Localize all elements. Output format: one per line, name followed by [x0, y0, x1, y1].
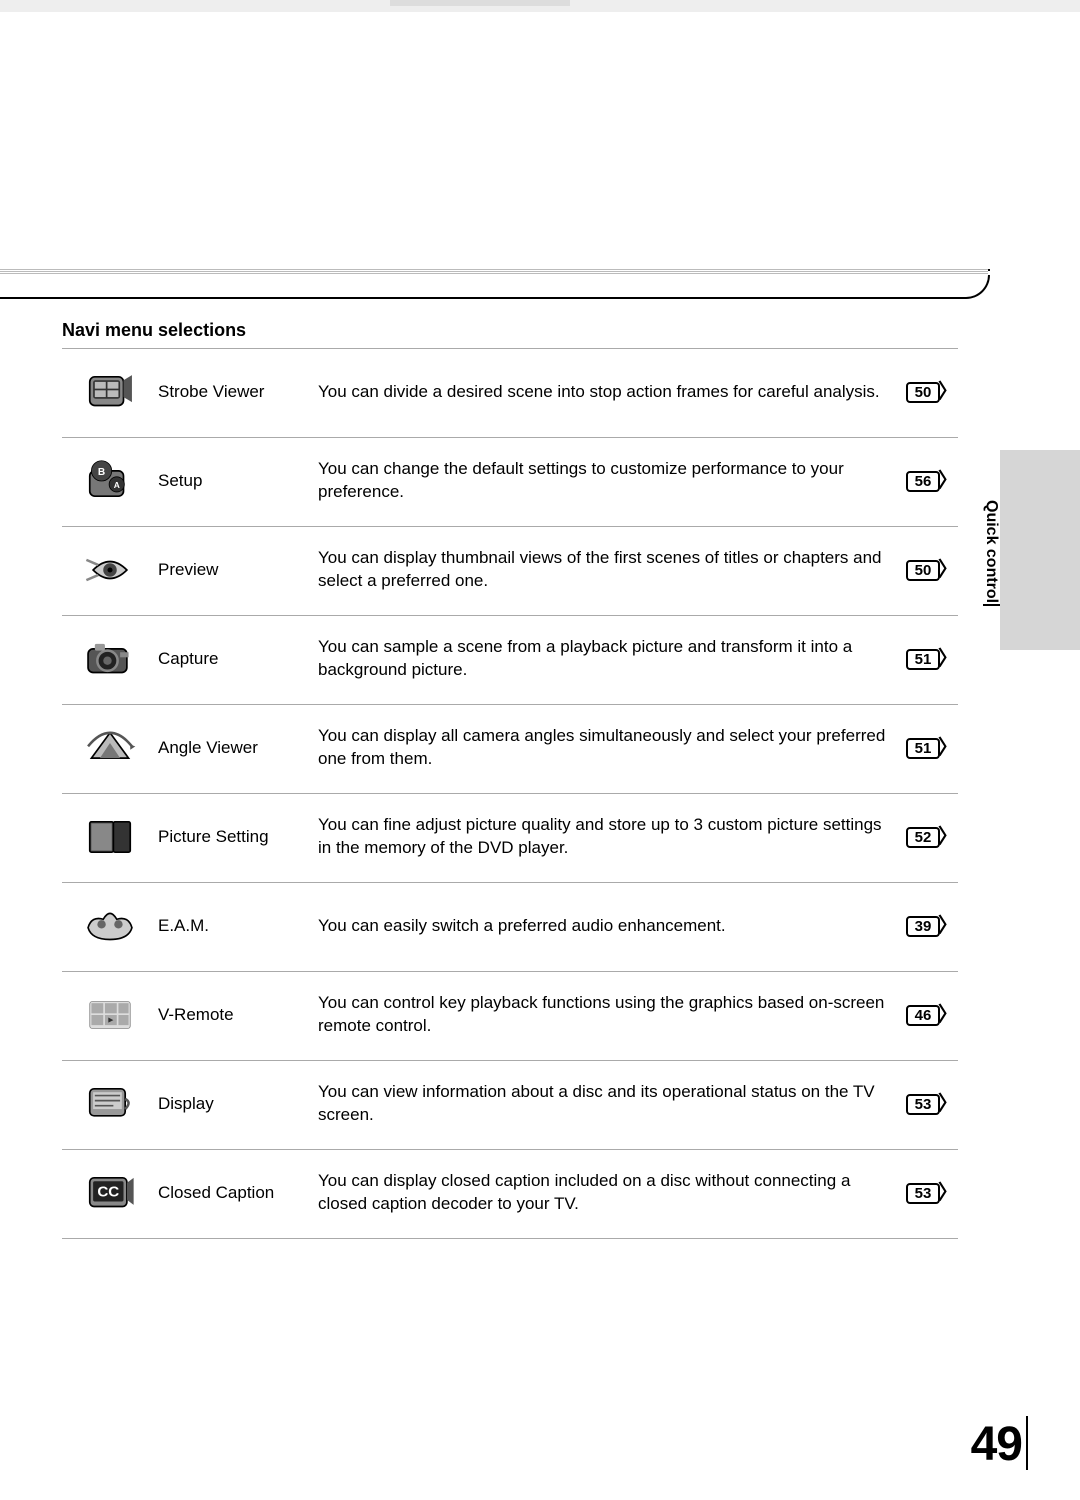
eam-icon	[62, 899, 158, 953]
page-reference: 51〉	[888, 738, 958, 759]
header-rounded-box	[0, 275, 990, 299]
row-description: You can divide a desired scene into stop…	[318, 381, 888, 404]
page-reference: 46〉	[888, 1005, 958, 1026]
row-name: Strobe Viewer	[158, 382, 318, 402]
page-reference: 53〉	[888, 1183, 958, 1204]
row-description: You can display all camera angles simult…	[318, 725, 888, 771]
svg-text:CC: CC	[97, 1183, 119, 1200]
row-name: Picture Setting	[158, 827, 318, 847]
svg-text:B: B	[98, 467, 105, 478]
side-tab-label: Quick control	[982, 500, 1000, 606]
setup-icon: BA	[62, 454, 158, 508]
picture-setting-icon	[62, 810, 158, 864]
page-reference: 51〉	[888, 649, 958, 670]
row-description: You can change the default settings to c…	[318, 458, 888, 504]
table-row: Capture You can sample a scene from a pl…	[62, 615, 958, 704]
page-number: 49	[971, 1417, 1022, 1472]
preview-icon	[62, 543, 158, 597]
row-description: You can display thumbnail views of the f…	[318, 547, 888, 593]
page-reference: 50〉	[888, 560, 958, 581]
closed-caption-icon: CC	[62, 1166, 158, 1220]
svg-text:A: A	[114, 480, 120, 490]
row-description: You can fine adjust picture quality and …	[318, 814, 888, 860]
table-row: CC Closed Caption You can display closed…	[62, 1149, 958, 1239]
page-number-rule	[1026, 1416, 1028, 1470]
table-row: V-Remote You can control key playback fu…	[62, 971, 958, 1060]
table-row: Strobe Viewer You can divide a desired s…	[62, 348, 958, 437]
navi-menu-table: Strobe Viewer You can divide a desired s…	[62, 348, 958, 1239]
row-description: You can display closed caption included …	[318, 1170, 888, 1216]
row-name: Preview	[158, 560, 318, 580]
page-reference: 39〉	[888, 916, 958, 937]
angle-viewer-icon	[62, 721, 158, 775]
manual-page: Navi menu selections Quick control Strob…	[0, 0, 1080, 1500]
row-description: You can view information about a disc an…	[318, 1081, 888, 1127]
row-name: V-Remote	[158, 1005, 318, 1025]
table-row: Picture Setting You can fine adjust pict…	[62, 793, 958, 882]
v-remote-icon	[62, 988, 158, 1042]
table-row: Display You can view information about a…	[62, 1060, 958, 1149]
page-reference: 52〉	[888, 827, 958, 848]
section-title: Navi menu selections	[62, 320, 246, 341]
row-name: Closed Caption	[158, 1183, 318, 1203]
strobe-viewer-icon	[62, 365, 158, 419]
page-reference: 53〉	[888, 1094, 958, 1115]
row-name: Display	[158, 1094, 318, 1114]
page-reference: 50〉	[888, 382, 958, 403]
display-icon	[62, 1077, 158, 1131]
side-tab-shadow	[1000, 450, 1080, 650]
row-description: You can control key playback functions u…	[318, 992, 888, 1038]
row-description: You can easily switch a preferred audio …	[318, 915, 888, 938]
row-name: E.A.M.	[158, 916, 318, 936]
row-name: Setup	[158, 471, 318, 491]
page-reference: 56〉	[888, 471, 958, 492]
table-row: Preview You can display thumbnail views …	[62, 526, 958, 615]
row-description: You can sample a scene from a playback p…	[318, 636, 888, 682]
table-row: Angle Viewer You can display all camera …	[62, 704, 958, 793]
row-name: Angle Viewer	[158, 738, 318, 758]
capture-icon	[62, 632, 158, 686]
scan-artifact-tab	[390, 0, 570, 6]
table-row: E.A.M. You can easily switch a preferred…	[62, 882, 958, 971]
table-row: BA Setup You can change the default sett…	[62, 437, 958, 526]
row-name: Capture	[158, 649, 318, 669]
